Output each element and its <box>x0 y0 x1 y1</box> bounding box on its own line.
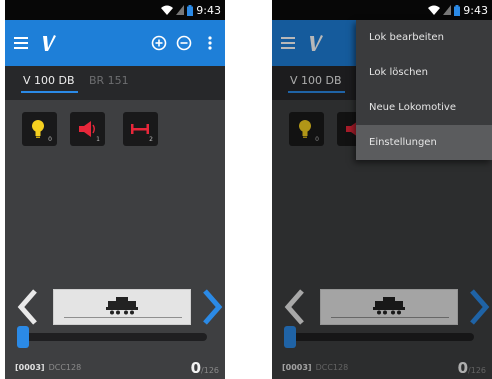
status-bar: 9:43 <box>272 0 492 20</box>
battery-icon <box>454 4 461 16</box>
tab-br151[interactable]: BR 151 <box>89 74 129 87</box>
menu-item-delete-loco[interactable]: Lok löschen <box>356 55 492 90</box>
speed-value: 0 <box>190 359 202 377</box>
status-bar: 9:43 <box>5 0 225 20</box>
speed-max: /126 <box>201 366 219 375</box>
function-button-horn[interactable]: 1 <box>70 112 105 146</box>
signal-icon <box>176 5 185 15</box>
menu-item-settings[interactable]: Einstellungen <box>356 125 492 160</box>
menu-icon[interactable] <box>9 31 33 55</box>
speed-slider-thumb[interactable] <box>17 326 29 348</box>
status-time: 9:43 <box>463 3 488 17</box>
menu-item-edit-loco[interactable]: Lok bearbeiten <box>356 20 492 55</box>
speed-slider-track[interactable] <box>23 333 207 341</box>
horn-icon <box>79 121 95 137</box>
status-time: 9:43 <box>196 3 221 17</box>
loco-address: [0003] <box>15 363 45 372</box>
next-loco-button[interactable] <box>201 287 225 327</box>
app-logo-icon <box>37 31 61 55</box>
previous-loco-button[interactable] <box>15 287 39 327</box>
loco-tabs: V 100 DB BR 151 <box>5 66 225 100</box>
loco-direction-display[interactable] <box>53 289 191 325</box>
loco-address-info: [0003] DCC128 <box>15 363 81 372</box>
overflow-menu: Lok bearbeiten Lok löschen Neue Lokomoti… <box>356 20 492 160</box>
function-button-light[interactable]: 0 <box>22 112 57 146</box>
coupler-icon <box>131 124 149 134</box>
app-bar <box>5 20 225 66</box>
remove-loco-icon[interactable] <box>172 31 196 55</box>
chevron-left-icon <box>17 289 37 325</box>
wifi-icon <box>161 5 174 15</box>
signal-icon <box>443 5 452 15</box>
light-bulb-icon <box>32 120 44 138</box>
function-button-coupler[interactable]: 2 <box>123 112 158 146</box>
loco-protocol: DCC128 <box>48 363 82 372</box>
add-loco-icon[interactable] <box>147 31 171 55</box>
screen-menu-open: 9:43 V 100 DB BR 151 0 1 <box>272 0 492 379</box>
menu-item-new-loco[interactable]: Neue Lokomotive <box>356 90 492 125</box>
speed-readout: 0/126 <box>191 358 219 377</box>
locomotive-icon <box>106 297 138 315</box>
overflow-menu-icon[interactable] <box>198 31 222 55</box>
tab-v100[interactable]: V 100 DB <box>23 74 75 87</box>
direction-line <box>64 317 182 318</box>
screen-main: 9:43 V 100 DB BR 151 0 1 2 [0003] DCC128… <box>5 0 225 379</box>
wifi-icon <box>428 5 441 15</box>
tab-indicator <box>21 91 78 93</box>
chevron-right-icon <box>203 289 223 325</box>
battery-icon <box>187 4 194 16</box>
